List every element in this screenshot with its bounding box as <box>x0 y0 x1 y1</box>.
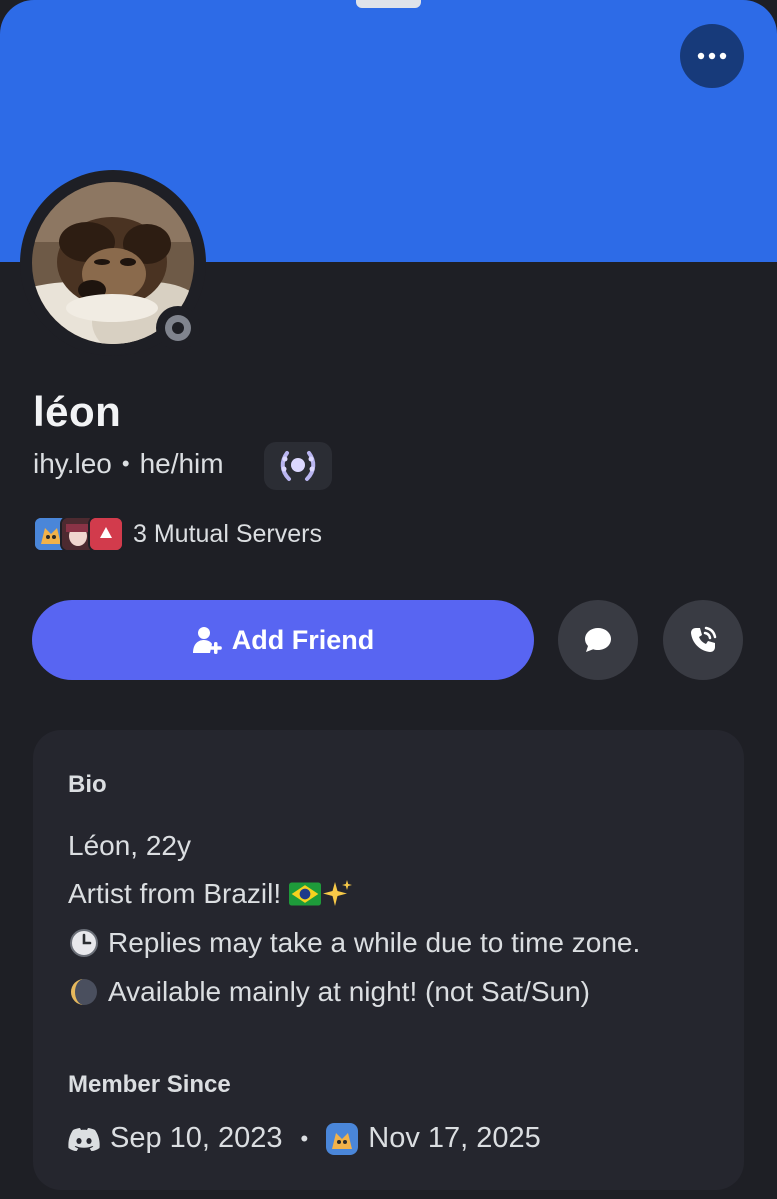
display-name: léon <box>33 388 122 435</box>
separator-dot: • <box>121 451 130 476</box>
member-since-heading: Member Since <box>68 1071 231 1098</box>
server-icon-3 <box>88 516 124 552</box>
more-horizontal-icon <box>697 52 727 60</box>
bio-line-2: Artist from Brazil! <box>68 878 353 910</box>
status-indicator <box>156 306 200 350</box>
member-since-separator: • <box>300 1125 309 1151</box>
sparkles-icon <box>321 878 353 910</box>
add-user-icon <box>192 627 222 654</box>
server-member-date: Nov 17, 2025 <box>368 1122 541 1154</box>
add-friend-label: Add Friend <box>231 624 375 655</box>
more-options-button[interactable] <box>680 24 744 88</box>
bio-text-3: Replies may take a while due to time zon… <box>108 927 641 958</box>
mutual-servers-label: 3 Mutual Servers <box>133 519 322 548</box>
pronouns: he/him <box>139 448 224 479</box>
server-icon-small <box>326 1122 359 1155</box>
member-since-row: Sep 10, 2023 • Nov 17, 2025 <box>68 1122 541 1155</box>
bio-text-4: Available mainly at night! (not Sat/Sun) <box>108 976 590 1007</box>
bio-text-2: Artist from Brazil! <box>68 878 282 909</box>
bio-line-1: Léon, 22y <box>68 830 191 862</box>
chat-bubble-icon <box>585 628 611 652</box>
discord-member-date: Sep 10, 2023 <box>110 1122 283 1154</box>
offline-status-icon <box>165 315 191 341</box>
bio-line-4: Available mainly at night! (not Sat/Sun) <box>68 976 590 1008</box>
bio-line-3: Replies may take a while due to time zon… <box>68 927 640 959</box>
voice-call-button[interactable] <box>663 600 743 680</box>
crescent-moon-icon <box>68 976 100 1008</box>
add-friend-button[interactable]: Add Friend <box>32 600 534 680</box>
profile-sheet: léon ihy.leo • he/him 3 Mutual Servers A… <box>0 0 777 1199</box>
username[interactable]: ihy.leo <box>33 448 112 480</box>
brazil-flag-icon <box>289 878 322 910</box>
mutual-servers-row[interactable]: 3 Mutual Servers <box>33 516 322 552</box>
drag-handle[interactable] <box>356 0 421 8</box>
clock-icon <box>68 927 100 959</box>
mutual-server-icons <box>33 516 125 552</box>
message-button[interactable] <box>558 600 638 680</box>
phone-call-icon <box>691 626 717 652</box>
bio-text-1: Léon, 22y <box>68 830 191 861</box>
profile-info-card: Bio Léon, 22y Artist from Brazil! Replie… <box>33 730 744 1190</box>
wreath-badge-icon <box>280 451 316 481</box>
profile-badge[interactable] <box>264 442 332 490</box>
bio-heading: Bio <box>68 771 107 798</box>
username-row: ihy.leo • he/him <box>33 448 224 480</box>
discord-logo-icon <box>68 1123 100 1155</box>
